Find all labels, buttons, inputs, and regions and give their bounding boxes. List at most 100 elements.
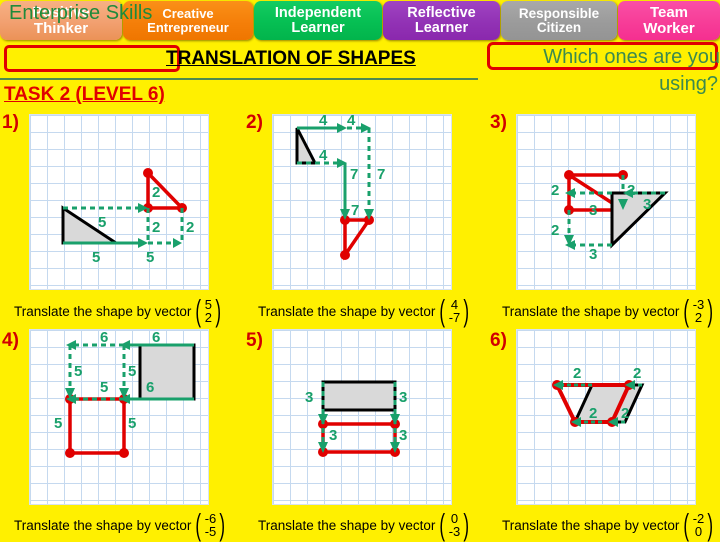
enterprise-skills-label: Enterprise Skills (9, 2, 153, 24)
vector-paren-open: ( (683, 293, 690, 329)
vector-paren-close: ) (463, 507, 470, 542)
vector-y-1: 2 (204, 310, 212, 326)
original-shape-1 (61, 205, 121, 245)
vector-paren-close: ) (215, 293, 221, 329)
title-divider (0, 78, 478, 80)
caption-question-4: Translate the shape by vector ( -6 -5 ) (14, 507, 228, 542)
diagram-question-1: 5 5 2 2 5 2 (61, 168, 194, 266)
using-label: using? (659, 73, 718, 95)
tab-label-line1: Responsible (518, 5, 600, 21)
caption-text-1: Translate the shape by vector (14, 303, 192, 319)
tab-independent-learner[interactable]: Independent Learner (254, 1, 382, 40)
grid-question-6[interactable]: 2 2 2 2 (516, 329, 696, 505)
tab-label-line2: Worker (643, 19, 695, 37)
vector-paren-open: ( (439, 293, 446, 329)
label-4-e: 5 (128, 363, 136, 380)
label-1-b: 5 (92, 249, 100, 266)
label-5-d: 3 (399, 427, 407, 444)
label-5-b: 3 (399, 389, 407, 406)
diagram-question-4: 6 6 6 5 5 5 5 5 (54, 329, 196, 458)
label-4-h: 5 (128, 415, 136, 432)
vector-1: ( 5 2 ) (193, 293, 223, 329)
tab-team-worker[interactable]: Team Worker (618, 1, 720, 40)
grid-question-2[interactable]: 4 4 4 7 7 7 (272, 112, 452, 290)
label-5-c: 3 (329, 427, 337, 444)
image-shape-2 (343, 218, 373, 261)
vertex-dot (340, 250, 350, 260)
caption-question-1: Translate the shape by vector ( 5 2 ) (14, 293, 223, 329)
label-6-a: 2 (573, 365, 581, 382)
label-2-f: 7 (351, 202, 359, 219)
tab-label-line2: Learner (414, 19, 469, 36)
original-shape-2 (295, 127, 318, 165)
diagram-question-5: 3 3 3 3 (305, 380, 407, 457)
label-2-e: 7 (377, 166, 385, 183)
label-1-d: 2 (152, 219, 160, 236)
label-4-b: 6 (152, 329, 160, 346)
original-shape-5 (321, 380, 397, 412)
vector-x-3: -3 (692, 297, 705, 312)
vector-y-2: -7 (448, 310, 461, 326)
question-number-1: 1) (2, 112, 19, 133)
vector-y-4: -5 (204, 524, 217, 540)
grid-question-5[interactable]: 3 3 3 3 (272, 329, 452, 505)
label-4-c: 6 (146, 379, 154, 396)
vector-x-6: -2 (692, 511, 705, 526)
vector-x-4: -6 (204, 511, 217, 526)
label-2-b: 4 (347, 112, 356, 129)
tab-label-line2: Citizen (536, 19, 582, 35)
label-2-a: 4 (319, 112, 328, 129)
tab-label-line2: Learner (291, 19, 345, 36)
tab-label-line1: Reflective (407, 4, 476, 21)
question-number-4: 4) (2, 330, 19, 351)
caption-question-3: Translate the shape by vector ( -3 2 ) (502, 293, 716, 329)
label-4-f: 5 (100, 379, 108, 396)
caption-text-5: Translate the shape by vector (258, 517, 436, 533)
caption-question-6: Translate the shape by vector ( -2 0 ) (502, 509, 716, 540)
vertex-dot (119, 448, 129, 458)
label-2-c: 4 (319, 147, 328, 164)
tab-responsible-citizen[interactable]: Responsible Citizen (501, 1, 617, 40)
vector-3: ( -3 2 ) (681, 293, 715, 329)
label-3-e: 3 (589, 246, 597, 263)
label-4-d: 5 (74, 363, 82, 380)
vertex-dot (143, 168, 153, 178)
diagram-question-6: 2 2 2 2 (552, 365, 645, 427)
label-6-b: 2 (633, 365, 641, 382)
caption-question-5: Translate the shape by vector ( 0 -3 ) (258, 507, 472, 542)
label-1-a: 5 (98, 214, 106, 231)
question-number-6: 6) (490, 330, 507, 351)
vertex-dot (65, 448, 75, 458)
grid-question-1[interactable]: 5 5 2 2 5 2 (29, 114, 209, 290)
label-3-d: 3 (589, 202, 597, 219)
vector-5: ( 0 -3 ) (437, 507, 471, 542)
vector-x-5: 0 (450, 511, 459, 526)
grid-question-3[interactable]: 2 2 2 3 3 3 (516, 114, 696, 290)
caption-text-6: Translate the shape by vector (502, 517, 680, 533)
vector-4: ( -6 -5 ) (193, 507, 227, 542)
question-number-5: 5) (246, 330, 263, 351)
tab-label-line2: Entrepreneur (147, 19, 229, 35)
image-shape-4 (68, 397, 126, 455)
caption-question-2: Translate the shape by vector ( 4 -7 ) (258, 293, 472, 329)
vector-x-1: 5 (204, 297, 212, 312)
diagram-question-2: 4 4 4 7 7 7 (295, 112, 385, 261)
tab-reflective-learner[interactable]: Reflective Learner (383, 1, 500, 40)
label-3-a: 2 (551, 182, 559, 199)
label-5-a: 3 (305, 389, 313, 406)
page-title: TRANSLATION OF SHAPES (166, 48, 416, 69)
caption-text-3: Translate the shape by vector (502, 303, 680, 319)
vector-paren-open: ( (195, 507, 202, 542)
grid-question-4[interactable]: 6 6 6 5 5 5 5 5 (29, 329, 209, 505)
caption-text-4: Translate the shape by vector (14, 517, 192, 533)
vector-y-6: 0 (694, 524, 703, 540)
label-1-e: 5 (146, 249, 154, 266)
vector-6: ( -2 0 ) (681, 509, 715, 540)
label-3-b: 2 (627, 182, 635, 199)
vector-paren-close: ) (707, 293, 714, 329)
label-4-a: 6 (100, 329, 108, 346)
label-6-c: 2 (589, 405, 597, 422)
caption-text-2: Translate the shape by vector (258, 303, 436, 319)
vector-paren-open: ( (439, 507, 446, 542)
question-number-3: 3) (490, 112, 507, 133)
